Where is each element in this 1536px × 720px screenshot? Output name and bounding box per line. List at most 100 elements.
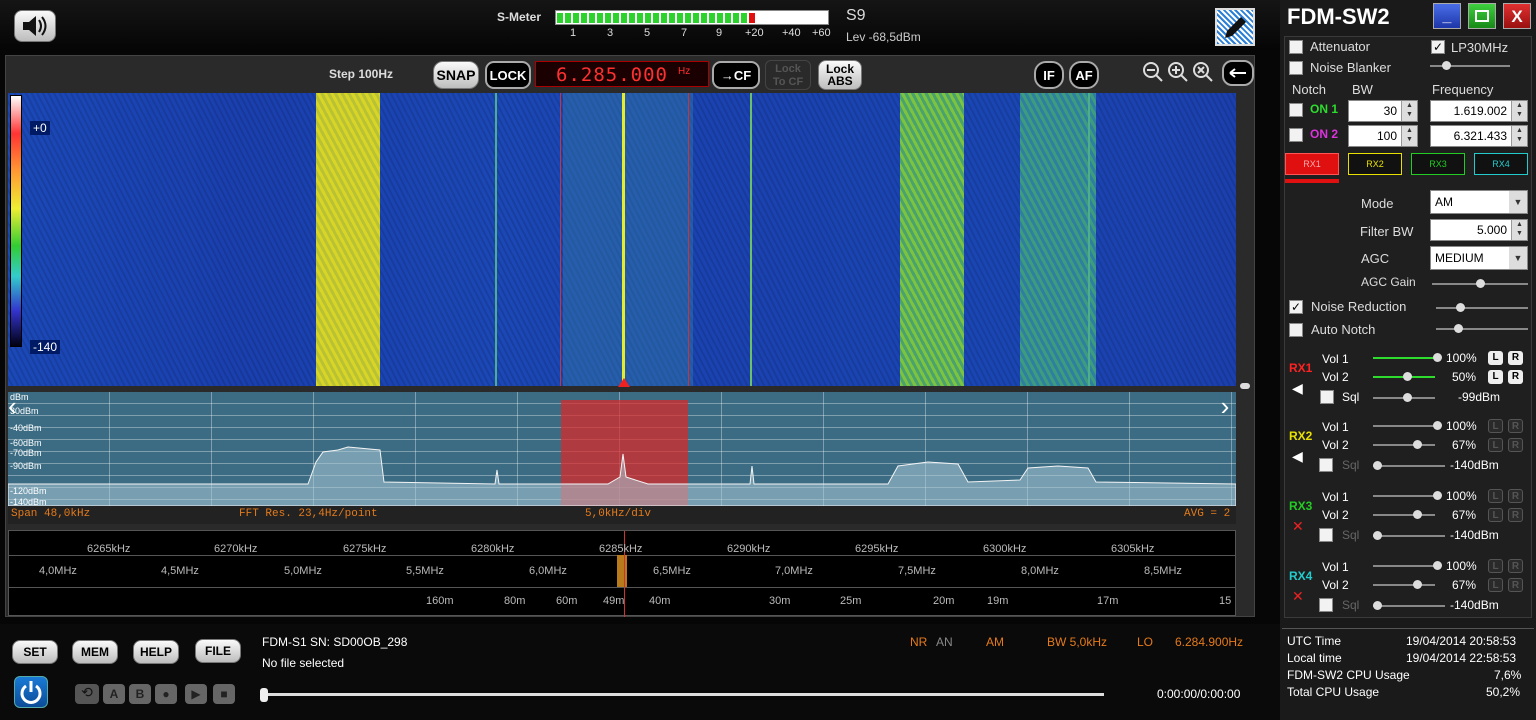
to-cf-button[interactable]: →CF — [712, 61, 760, 89]
noise-blanker-checkbox[interactable] — [1289, 61, 1303, 75]
lock-to-cf-button[interactable]: Lock To CF — [765, 60, 811, 90]
loop-icon[interactable]: ⟲ — [75, 684, 99, 704]
muted-speaker-icon[interactable]: ✕ — [1292, 518, 1306, 534]
stop-icon[interactable]: ■ — [213, 684, 235, 704]
right-channel-button[interactable]: R — [1508, 508, 1523, 522]
right-channel-button[interactable]: R — [1508, 419, 1523, 433]
auto-notch-checkbox[interactable] — [1289, 323, 1303, 337]
squelch-checkbox[interactable] — [1320, 390, 1334, 404]
filter-edge-right[interactable] — [688, 93, 689, 386]
left-channel-button[interactable]: L — [1488, 559, 1503, 573]
spinner-arrows-icon[interactable]: ▲ ▼ — [1511, 101, 1527, 121]
left-channel-button[interactable]: L — [1488, 578, 1503, 592]
auto-notch-slider[interactable] — [1436, 324, 1528, 333]
squelch-slider[interactable] — [1373, 393, 1435, 402]
play-icon[interactable]: ▶ — [185, 684, 207, 704]
right-channel-button[interactable]: R — [1508, 578, 1523, 592]
noise-reduction-checkbox[interactable]: ✓ — [1289, 300, 1303, 314]
squelch-checkbox[interactable] — [1319, 528, 1333, 542]
mem-button[interactable]: MEM — [72, 640, 118, 664]
right-channel-button[interactable]: R — [1508, 489, 1523, 503]
settings-tool-button[interactable] — [1215, 8, 1255, 46]
waterfall-splitter[interactable] — [1240, 383, 1250, 389]
squelch-slider[interactable] — [1373, 601, 1445, 610]
file-button[interactable]: FILE — [195, 639, 241, 663]
power-button[interactable] — [14, 676, 48, 708]
frequency-scale[interactable]: 6265kHz 6270kHz 6275kHz 6280kHz 6285kHz … — [8, 530, 1236, 617]
chevron-down-icon[interactable]: ▼ — [1509, 191, 1527, 213]
marker-b-button[interactable]: B — [129, 684, 151, 704]
noise-blanker-slider[interactable] — [1430, 61, 1510, 70]
help-button[interactable]: HELP — [133, 640, 179, 664]
notch2-checkbox[interactable] — [1289, 128, 1303, 142]
chevron-down-icon[interactable]: ▼ — [1509, 247, 1527, 269]
vol2-slider[interactable] — [1373, 372, 1435, 381]
left-channel-button[interactable]: L — [1488, 351, 1503, 365]
playback-slider[interactable] — [264, 693, 1104, 696]
zoom-reset-icon[interactable] — [1191, 60, 1215, 84]
spinner-arrows-icon[interactable]: ▲ ▼ — [1401, 101, 1417, 121]
set-button[interactable]: SET — [12, 640, 58, 664]
noise-reduction-slider[interactable] — [1436, 303, 1528, 312]
if-button[interactable]: IF — [1034, 61, 1064, 89]
filter-bw-field[interactable]: 5.000 ▲ ▼ — [1430, 219, 1528, 241]
notch2-bw-field[interactable]: 100 ▲ ▼ — [1348, 125, 1418, 147]
waterfall-display[interactable]: +0 -140 — [8, 93, 1236, 386]
vol2-slider[interactable] — [1373, 510, 1435, 519]
attenuator-checkbox[interactable] — [1289, 40, 1303, 54]
speaker-icon[interactable]: ◀ — [1292, 380, 1306, 396]
spectrum-display[interactable]: dBm 30dBm -40dBm -60dBm -70dBm -90dBm -1… — [8, 392, 1236, 506]
record-icon[interactable]: ● — [155, 684, 177, 704]
minimize-button[interactable]: _ — [1433, 3, 1461, 29]
speaker-icon[interactable]: ◀ — [1292, 448, 1306, 464]
back-button[interactable] — [1222, 60, 1254, 86]
left-channel-button[interactable]: L — [1488, 419, 1503, 433]
filter-edge-left[interactable] — [560, 93, 561, 386]
vol2-slider[interactable] — [1373, 440, 1435, 449]
vol1-slider[interactable] — [1373, 421, 1442, 430]
lock-abs-button[interactable]: Lock ABS — [818, 60, 862, 90]
vol2-slider[interactable] — [1373, 580, 1435, 589]
af-button[interactable]: AF — [1069, 61, 1099, 89]
playback-slider-knob[interactable] — [260, 688, 268, 702]
speaker-button[interactable] — [14, 10, 56, 42]
close-button[interactable]: X — [1503, 3, 1531, 29]
scroll-right-arrow-icon[interactable]: › — [1214, 392, 1236, 422]
squelch-checkbox[interactable] — [1319, 458, 1333, 472]
left-channel-button[interactable]: L — [1488, 489, 1503, 503]
maximize-button[interactable] — [1468, 3, 1496, 29]
squelch-slider[interactable] — [1373, 461, 1445, 470]
vol1-slider[interactable] — [1373, 491, 1442, 500]
lock-button[interactable]: LOCK — [485, 61, 531, 89]
notch1-bw-field[interactable]: 30 ▲ ▼ — [1348, 100, 1418, 122]
left-channel-button[interactable]: L — [1488, 370, 1503, 384]
rx4-select-button[interactable]: RX4 — [1474, 153, 1528, 175]
vol1-slider[interactable] — [1373, 353, 1442, 362]
vol1-slider[interactable] — [1373, 561, 1442, 570]
notch1-checkbox[interactable] — [1289, 103, 1303, 117]
marker-a-button[interactable]: A — [103, 684, 125, 704]
spinner-arrows-icon[interactable]: ▲ ▼ — [1511, 220, 1527, 240]
right-channel-button[interactable]: R — [1508, 351, 1523, 365]
rx3-select-button[interactable]: RX3 — [1411, 153, 1465, 175]
notch1-frequency-field[interactable]: 1.619.002 ▲ ▼ — [1430, 100, 1528, 122]
right-channel-button[interactable]: R — [1508, 559, 1523, 573]
spinner-arrows-icon[interactable]: ▲ ▼ — [1511, 126, 1527, 146]
left-channel-button[interactable]: L — [1488, 438, 1503, 452]
lp30-checkbox[interactable]: ✓ — [1431, 40, 1445, 54]
scroll-left-arrow-icon[interactable]: ‹ — [8, 392, 30, 422]
zoom-out-icon[interactable] — [1141, 60, 1165, 84]
left-channel-button[interactable]: L — [1488, 508, 1503, 522]
frequency-display[interactable]: 6.285.000 Hz — [535, 61, 709, 87]
right-channel-button[interactable]: R — [1508, 370, 1523, 384]
mode-select[interactable]: AM ▼ — [1430, 190, 1528, 214]
zoom-in-icon[interactable] — [1166, 60, 1190, 84]
snap-button[interactable]: SNAP — [433, 61, 479, 89]
agc-gain-slider[interactable] — [1432, 279, 1528, 288]
rx2-select-button[interactable]: RX2 — [1348, 153, 1402, 175]
squelch-slider[interactable] — [1373, 531, 1445, 540]
notch2-frequency-field[interactable]: 6.321.433 ▲ ▼ — [1430, 125, 1528, 147]
squelch-checkbox[interactable] — [1319, 598, 1333, 612]
muted-speaker-icon[interactable]: ✕ — [1292, 588, 1306, 604]
agc-select[interactable]: MEDIUM ▼ — [1430, 246, 1528, 270]
